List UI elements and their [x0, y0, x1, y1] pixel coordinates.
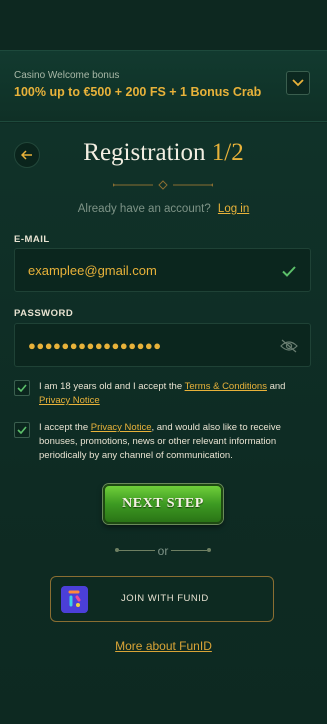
bonus-title: 100% up to €500 + 200 FS + 1 Bonus Crab — [14, 85, 262, 99]
funid-button-label: JOIN WITH FUNID — [121, 593, 209, 604]
page-title: Registration 1/2 — [0, 139, 327, 167]
email-label: E-MAIL — [14, 234, 50, 245]
bonus-label: Casino Welcome bonus — [14, 70, 120, 81]
welcome-bonus-banner[interactable]: Casino Welcome bonus 100% up to €500 + 2… — [0, 50, 327, 122]
more-about-funid-link[interactable]: More about FunID — [0, 639, 327, 653]
consent-text: and — [266, 381, 286, 392]
checkmark-icon — [17, 426, 27, 434]
login-prompt-row: Already have an account? Log in — [0, 203, 327, 215]
marketing-consent-text: I accept the Privacy Notice, and would a… — [39, 421, 311, 463]
password-input[interactable]: ●●●●●●●●●●●●●●●● — [28, 338, 162, 353]
age-terms-consent-text: I am 18 years old and I accept the Terms… — [39, 380, 311, 408]
divider-ornament — [113, 180, 213, 190]
email-input[interactable] — [28, 249, 268, 291]
consent-text: I am 18 years old and I accept the — [39, 381, 185, 392]
step-indicator: 1/2 — [211, 139, 244, 166]
or-text: or — [157, 544, 169, 558]
checkmark-icon — [282, 265, 296, 277]
password-field[interactable]: ●●●●●●●●●●●●●●●● — [14, 323, 311, 367]
login-prompt: Already have an account? — [77, 203, 211, 215]
bonus-toggle-button[interactable] — [286, 71, 310, 95]
marketing-consent-checkbox[interactable] — [14, 422, 30, 438]
chevron-down-icon — [292, 79, 304, 87]
privacy-notice-link[interactable]: Privacy Notice — [39, 395, 100, 406]
join-with-funid-button[interactable]: JOIN WITH FUNID — [50, 576, 274, 622]
funid-logo-icon — [61, 586, 88, 613]
password-label: PASSWORD — [14, 308, 74, 319]
email-valid-indicator — [280, 262, 298, 280]
top-bar — [0, 0, 327, 50]
login-link[interactable]: Log in — [218, 203, 249, 215]
eye-slash-icon — [280, 339, 298, 353]
password-visibility-toggle[interactable] — [280, 337, 298, 355]
or-divider: or — [115, 543, 211, 559]
next-step-button[interactable]: NEXT STEP — [103, 484, 223, 524]
privacy-notice-link[interactable]: Privacy Notice — [91, 422, 152, 433]
checkmark-icon — [17, 384, 27, 392]
age-terms-checkbox[interactable] — [14, 380, 30, 396]
email-field[interactable] — [14, 248, 311, 292]
terms-conditions-link[interactable]: Terms & Conditions — [185, 381, 267, 392]
consent-text: I accept the — [39, 422, 91, 433]
title-text: Registration — [83, 139, 206, 166]
